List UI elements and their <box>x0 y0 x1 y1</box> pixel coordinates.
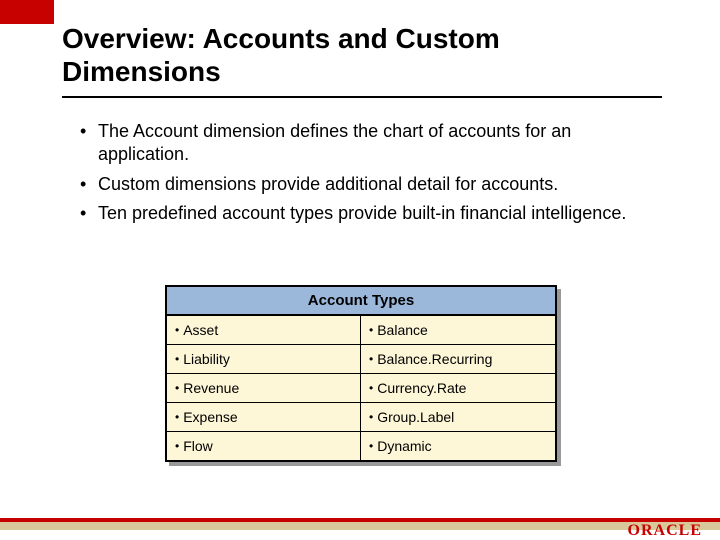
table-row: • Liability • Balance.Recurring <box>167 345 555 374</box>
table-cell-left: • Revenue <box>167 374 361 402</box>
cell-text: Group.Label <box>377 409 454 425</box>
bullet-icon: • <box>369 352 373 366</box>
cell-text: Flow <box>183 438 213 454</box>
slide: Overview: Accounts and Custom Dimensions… <box>0 0 720 540</box>
table-cell-left: • Flow <box>167 432 361 460</box>
bullet-icon: • <box>175 410 179 424</box>
bullet-icon: • <box>369 381 373 395</box>
table-cell-right: • Balance <box>361 316 555 344</box>
cell-text: Balance <box>377 322 428 338</box>
table-header: Account Types <box>167 287 555 316</box>
bullet-item: Custom dimensions provide additional det… <box>80 173 660 196</box>
bullet-list: The Account dimension defines the chart … <box>80 120 660 232</box>
bullet-icon: • <box>369 410 373 424</box>
table-row: • Revenue • Currency.Rate <box>167 374 555 403</box>
table-cell-right: • Dynamic <box>361 432 555 460</box>
slide-title: Overview: Accounts and Custom Dimensions <box>62 22 662 88</box>
bullet-icon: • <box>175 381 179 395</box>
table-cell-right: • Currency.Rate <box>361 374 555 402</box>
table-row: • Asset • Balance <box>167 316 555 345</box>
cell-text: Revenue <box>183 380 239 396</box>
cell-text: Expense <box>183 409 237 425</box>
account-types-table: Account Types • Asset • Balance • Liability… <box>165 285 557 462</box>
cell-text: Dynamic <box>377 438 431 454</box>
table-cell-left: • Asset <box>167 316 361 344</box>
cell-text: Balance.Recurring <box>377 351 492 367</box>
bullet-icon: • <box>369 323 373 337</box>
table-body: • Asset • Balance • Liability • Balance.Recu… <box>167 316 555 460</box>
bullet-item: The Account dimension defines the chart … <box>80 120 660 167</box>
table-cell-right: • Group.Label <box>361 403 555 431</box>
bullet-icon: • <box>175 323 179 337</box>
cell-text: Currency.Rate <box>377 380 466 396</box>
bullet-icon: • <box>175 352 179 366</box>
cell-text: Liability <box>183 351 230 367</box>
bullet-icon: • <box>369 439 373 453</box>
oracle-logo: ORACLE <box>628 522 702 540</box>
bullet-icon: • <box>175 439 179 453</box>
table-row: • Expense • Group.Label <box>167 403 555 432</box>
table-cell-left: • Liability <box>167 345 361 373</box>
red-accent-block <box>0 0 54 24</box>
footer-tan-stripe <box>0 522 720 530</box>
cell-text: Asset <box>183 322 218 338</box>
bullet-item: Ten predefined account types provide bui… <box>80 202 660 225</box>
table-row: • Flow • Dynamic <box>167 432 555 460</box>
table-cell-right: • Balance.Recurring <box>361 345 555 373</box>
table-cell-left: • Expense <box>167 403 361 431</box>
title-underline <box>62 96 662 98</box>
